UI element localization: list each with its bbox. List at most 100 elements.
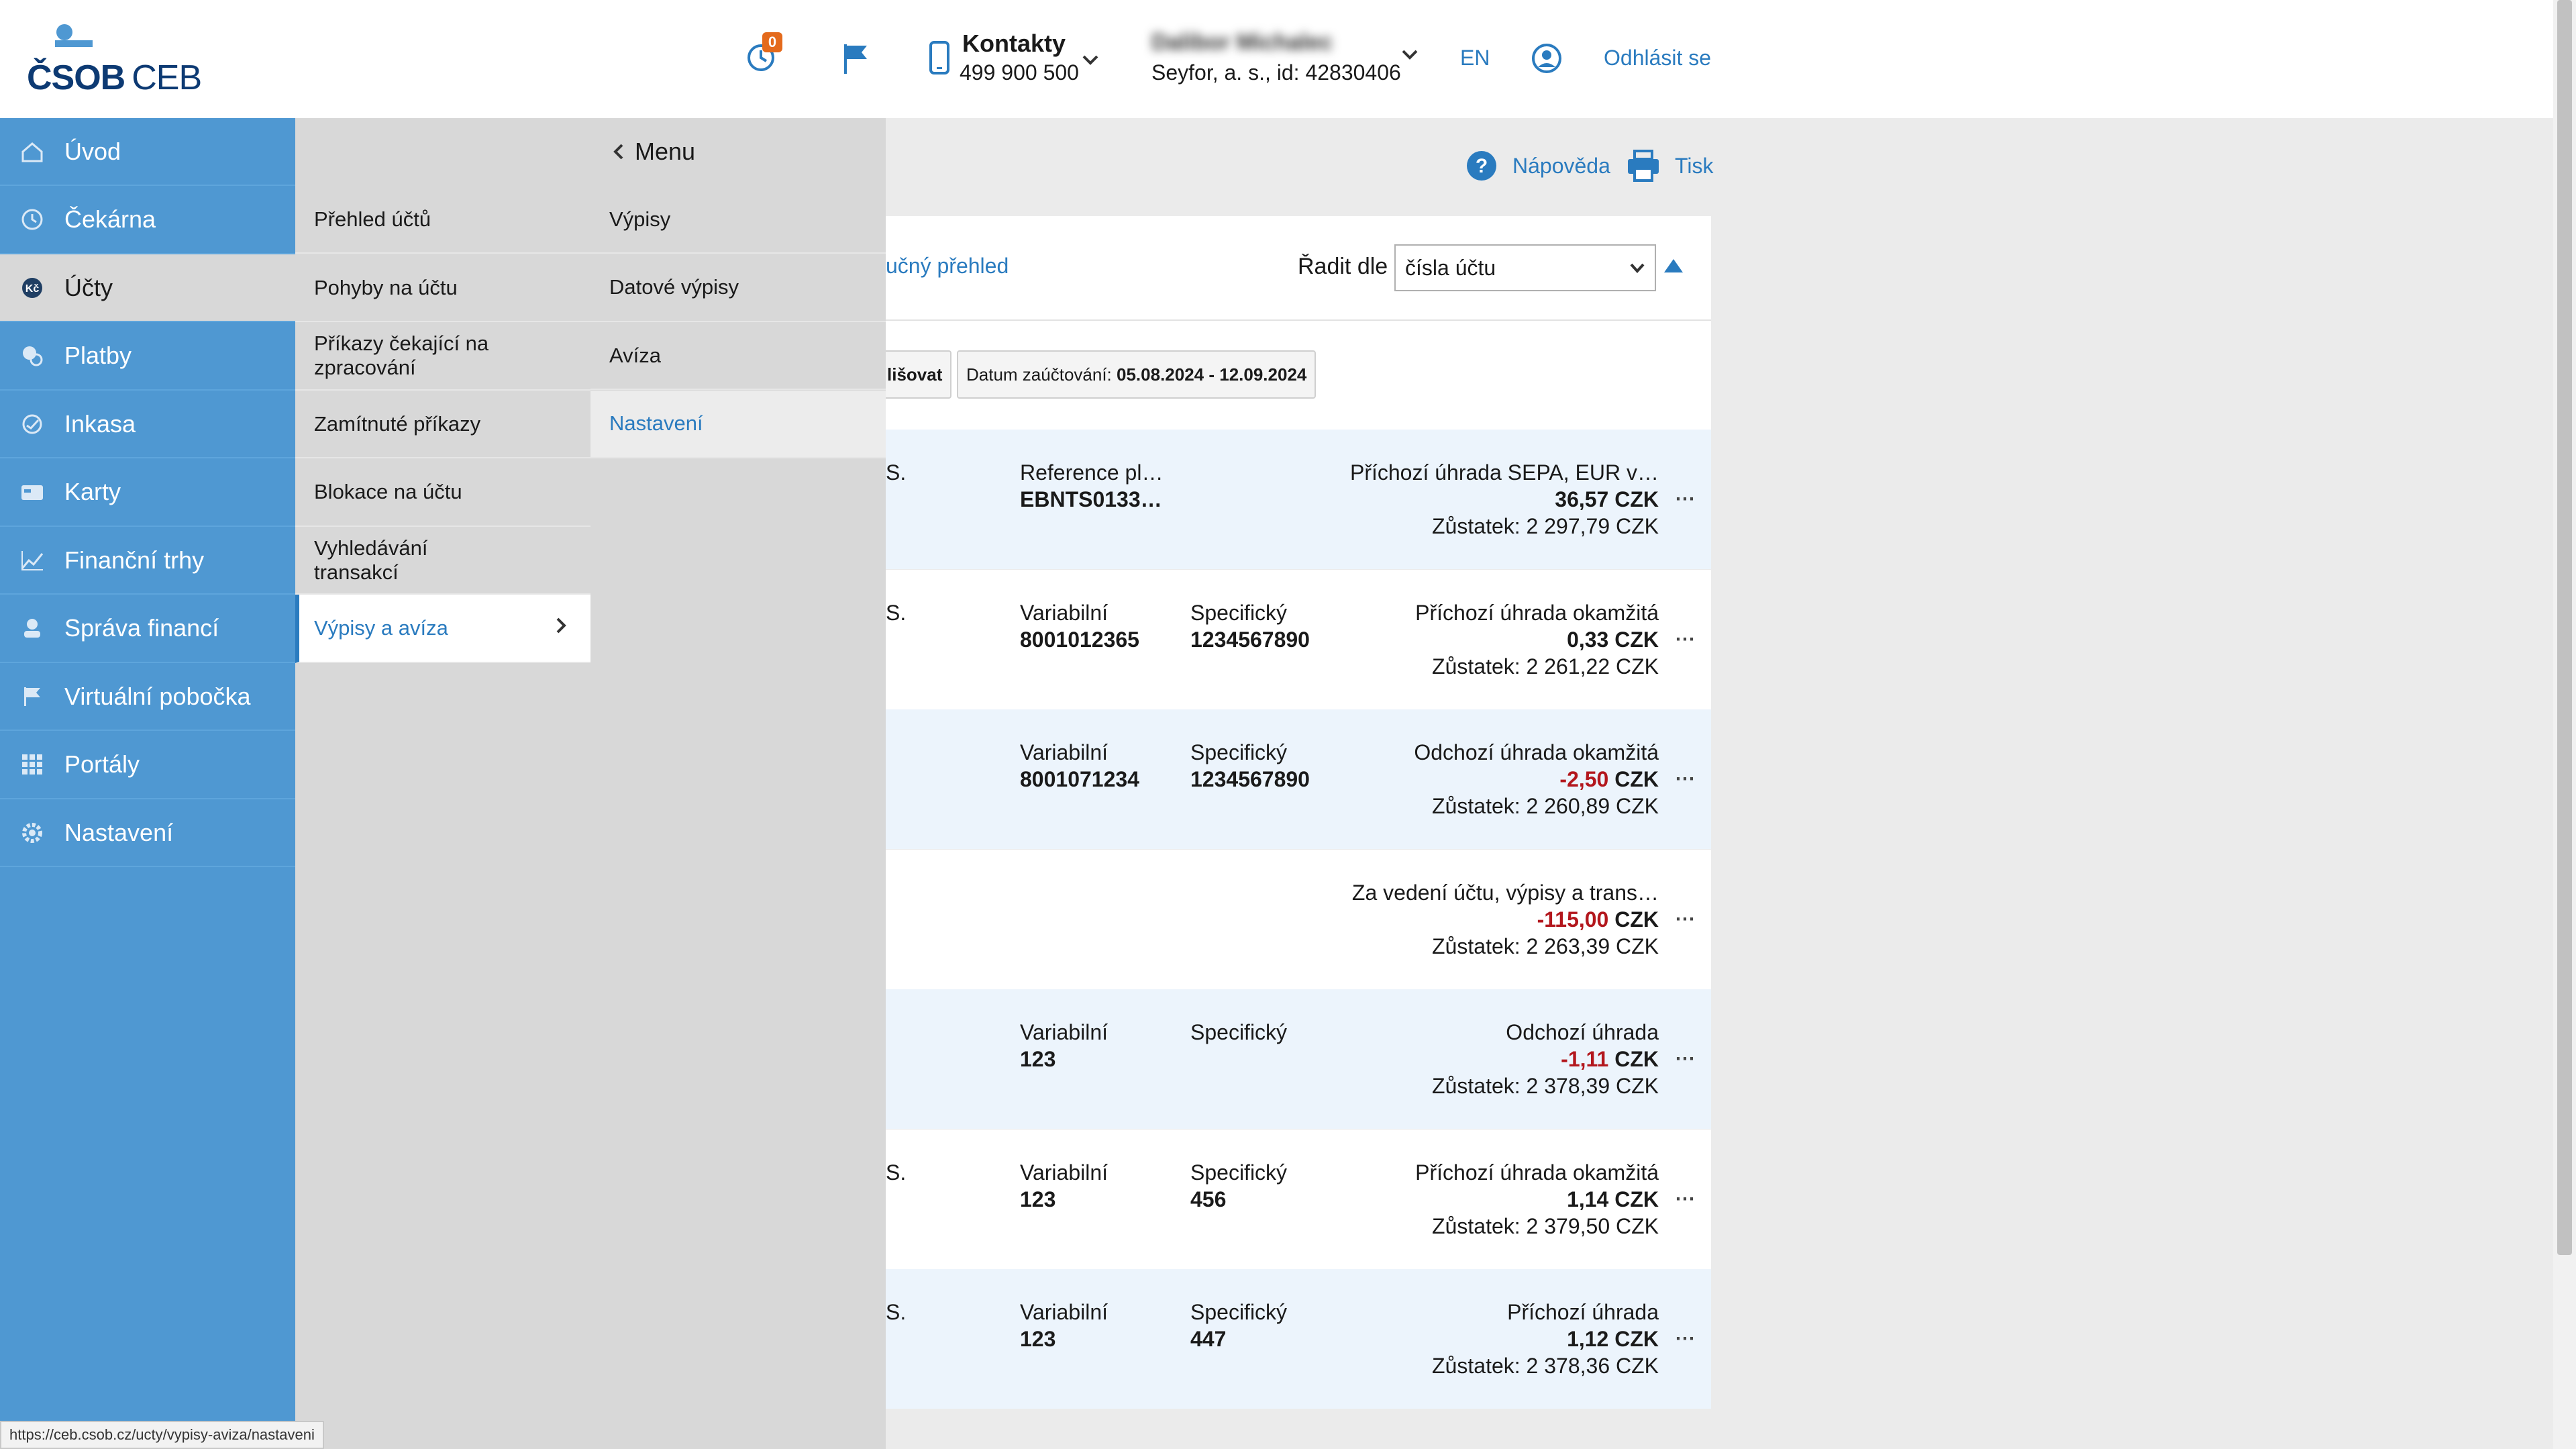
contacts-title[interactable]: Kontakty (962, 30, 1066, 58)
specific-label: Specifický (1190, 600, 1288, 625)
user-chevron-down-icon[interactable] (1401, 48, 1419, 64)
submenu-item-label: Pohyby na účtu (314, 275, 458, 299)
sidebar-item-7[interactable]: Finanční trhy (0, 527, 295, 595)
amount-currency: CZK (1614, 1187, 1659, 1211)
sidebar-item-2[interactable]: Čekárna (0, 187, 295, 254)
page-scrollbar[interactable] (2553, 0, 2576, 1449)
user-profile-icon[interactable] (1531, 43, 1562, 74)
sort-select[interactable]: čísla účtu (1394, 244, 1656, 291)
transaction-balance: Zůstatek: 2 378,39 CZK (1432, 1074, 1659, 1098)
sidebar-item-8[interactable]: Správa financí (0, 595, 295, 663)
amount-value: -1,11 (1561, 1047, 1609, 1071)
statements-item-label: Avíza (609, 343, 661, 367)
submenu-item-5[interactable]: Blokace na účtu (295, 458, 590, 527)
transaction-balance: Zůstatek: 2 263,39 CZK (1432, 934, 1659, 958)
main-sidebar: Úvod Čekárna Kč Účty Platby Inkasa Karty Finanč… (0, 118, 295, 1449)
sidebar-item-label: Úvod (64, 137, 121, 165)
amount-value: 0,33 (1567, 627, 1609, 652)
submenu-item-3[interactable]: Příkazy čekající na zpracování (295, 322, 590, 391)
accounts-submenu: Přehled účtů Pohyby na účtu Příkazy čekají… (295, 118, 590, 1449)
more-actions-icon[interactable]: ⋯ (1675, 767, 1695, 791)
statements-item-2[interactable]: Datové výpisy (590, 254, 886, 322)
specific-value: 447 (1190, 1327, 1227, 1351)
reference-value: EBNTS0133… (1020, 487, 1162, 511)
print-button[interactable]: Tisk (1627, 148, 1713, 184)
more-actions-icon[interactable]: ⋯ (1675, 1047, 1695, 1070)
submenu-item-label: Příkazy čekající na zpracování (314, 332, 489, 379)
help-button[interactable]: ? Nápověda (1465, 148, 1610, 184)
sidebar-item-label: Nastavení (64, 818, 174, 846)
help-label: Nápověda (1512, 153, 1610, 178)
sidebar-item-5[interactable]: Inkasa (0, 391, 295, 458)
amount-value: -2,50 (1559, 767, 1609, 791)
filter-chip-distinguish[interactable]: lišovat (878, 350, 952, 399)
flag-icon[interactable] (843, 43, 870, 75)
more-actions-icon[interactable]: ⋯ (1675, 1187, 1695, 1211)
logo-mark-icon (55, 24, 93, 47)
submenu-item-6[interactable]: Vyhledávání transakcí (295, 527, 590, 595)
transaction-description: Příchozí úhrada okamžitá (1415, 600, 1659, 625)
logout-link[interactable]: Odhlásit se (1604, 46, 1711, 70)
more-actions-icon[interactable]: ⋯ (1675, 1327, 1695, 1350)
transaction-balance: Zůstatek: 2 379,50 CZK (1432, 1213, 1659, 1238)
status-url: https://ceb.csob.cz/ucty/vypisy-aviza/na… (0, 1421, 324, 1449)
sidebar-item-label: Finanční trhy (64, 546, 205, 574)
chevron-right-icon (556, 617, 566, 640)
sidebar-item-10[interactable]: Portály (0, 732, 295, 799)
sidebar-item-4[interactable]: Platby (0, 323, 295, 391)
more-actions-icon[interactable]: ⋯ (1675, 628, 1695, 651)
transaction-balance: Zůstatek: 2 378,36 CZK (1432, 1354, 1659, 1378)
transaction-row[interactable]: Za vedení účtu, výpisy a trans… Zůstatek:… (886, 849, 1711, 989)
statements-item-4[interactable]: Nastavení (590, 390, 886, 458)
sidebar-item-1[interactable]: Úvod (0, 118, 295, 186)
transaction-row[interactable]: Variabilní 8001071234 Specifický 1234567890… (886, 709, 1711, 849)
submenu-item-label: Výpisy a avíza (314, 616, 448, 640)
sidebar-item-9[interactable]: Virtuální pobočka (0, 663, 295, 731)
sidebar-item-11[interactable]: Nastavení (0, 799, 295, 867)
submenu-item-4[interactable]: Zamítnuté příkazy (295, 391, 590, 458)
contacts-chevron-down-icon[interactable] (1082, 48, 1099, 71)
more-actions-icon[interactable]: ⋯ (1675, 487, 1695, 511)
transaction-amount: -2,50 CZK (1559, 767, 1659, 792)
transaction-description: Příchozí úhrada okamžitá (1415, 1160, 1659, 1185)
transaction-row[interactable]: S. Variabilní 123 Specifický 447 Příchozí úhr… (886, 1269, 1711, 1409)
sidebar-item-6[interactable]: Karty (0, 459, 295, 527)
reference-value: 8001071234 (1020, 767, 1139, 791)
transaction-description: Příchozí úhrada SEPA, EUR v… (1349, 460, 1659, 485)
payments-icon (0, 344, 64, 368)
amount-currency: CZK (1614, 1327, 1659, 1351)
submenu-item-2[interactable]: Pohyby na účtu (295, 254, 590, 322)
transaction-row[interactable]: S. Variabilní 123 Specifický 456 Příchozí úhr… (886, 1129, 1711, 1269)
reference-value: 123 (1020, 1327, 1056, 1351)
filter-chip-date[interactable]: Datum zaúčtování: 05.08.2024 - 12.09.202… (957, 350, 1317, 399)
language-switch[interactable]: EN (1460, 46, 1490, 70)
transaction-amount: 1,14 CZK (1567, 1187, 1659, 1212)
view-switch-link[interactable]: učný přehled (886, 254, 1009, 279)
scrollbar-thumb[interactable] (2557, 0, 2572, 1255)
back-to-menu-button[interactable]: Menu (590, 118, 886, 185)
submenu-item-7[interactable]: Výpisy a avíza (295, 595, 590, 663)
submenu-item-1[interactable]: Přehled účtů (295, 186, 590, 254)
statements-item-1[interactable]: Výpisy (590, 186, 886, 254)
statements-item-3[interactable]: Avíza (590, 322, 886, 390)
sidebar-item-3[interactable]: Kč Účty (0, 254, 295, 322)
specific-value: 1234567890 (1190, 627, 1310, 652)
specific-label: Specifický (1190, 1020, 1288, 1044)
transaction-row[interactable]: Variabilní 123 Specifický Odchozí úhrada Zůs… (886, 989, 1711, 1129)
statements-submenu: Menu Výpisy Datové výpisy Avíza Nastavení (590, 118, 886, 1449)
amount-currency: CZK (1614, 627, 1659, 652)
specific-label: Specifický (1190, 1160, 1288, 1185)
card-icon (0, 480, 64, 504)
transaction-balance: Zůstatek: 2 297,79 CZK (1432, 514, 1659, 538)
csob-logo[interactable]: ČSOB CEB (27, 21, 202, 97)
chevron-left-icon (613, 144, 623, 160)
phone-icon[interactable] (929, 40, 950, 75)
grid-icon (0, 752, 64, 777)
sort-direction-icon[interactable] (1664, 259, 1683, 272)
transaction-row[interactable]: S. Reference pl… EBNTS0133… Příchozí úhrada… (886, 430, 1711, 569)
amount-value: 36,57 (1555, 487, 1609, 511)
specific-label: Specifický (1190, 1300, 1288, 1324)
transaction-row[interactable]: S. Variabilní 8001012365 Specifický 12345678… (886, 569, 1711, 709)
more-actions-icon[interactable]: ⋯ (1675, 907, 1695, 931)
reference-label: Variabilní (1020, 1020, 1109, 1044)
